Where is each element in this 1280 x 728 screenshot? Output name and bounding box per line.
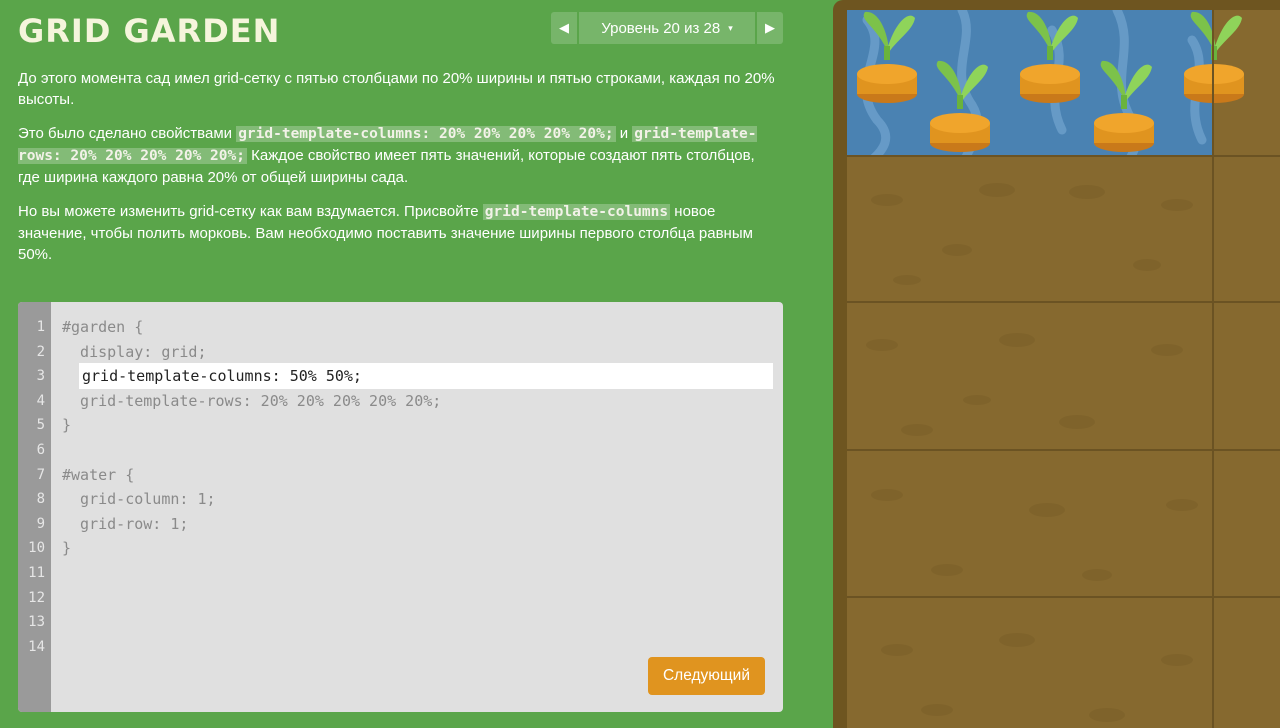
paragraph-2: Это было сделано свойствами grid-templat…: [18, 123, 778, 188]
code-after: grid-template-rows: 20% 20% 20% 20% 20%;…: [62, 391, 442, 558]
paragraph-1: До этого момента сад имел grid-сетку с п…: [18, 70, 775, 108]
level-description: До этого момента сад имел grid-сетку с п…: [18, 68, 778, 278]
code-snippet: grid-template-columns: 20% 20% 20% 20% 2…: [236, 126, 616, 142]
level-label: Уровень 20 из 28: [601, 19, 721, 37]
carrot: [930, 60, 990, 152]
triangle-left-icon: ◀: [559, 20, 569, 35]
line-numbers: 1 2 3 4 5 6 7 8 9 10 11 12 13 14: [28, 319, 45, 655]
grid-line: [847, 155, 1280, 157]
carrot: [1020, 11, 1080, 103]
text: Это было сделано свойствами: [18, 125, 237, 142]
code-before: #garden { display: grid;: [62, 318, 207, 361]
grid-line: [847, 596, 1280, 598]
paragraph-3: Но вы можете изменить grid-сетку как вам…: [18, 201, 778, 265]
garden: [847, 10, 1280, 728]
caret-down-icon: ▾: [728, 22, 733, 33]
triangle-right-icon: ▶: [765, 20, 775, 35]
grid-line: [1212, 10, 1214, 728]
grid-line: [847, 449, 1280, 451]
next-button[interactable]: Следующий: [648, 657, 765, 695]
level-navigator: ◀ Уровень 20 из 28 ▾ ▶: [551, 12, 783, 44]
carrot: [857, 11, 917, 103]
instructions-panel: GRID GARDEN ◀ Уровень 20 из 28 ▾ ▶ До эт…: [0, 0, 800, 728]
css-answer-input[interactable]: [79, 363, 773, 389]
logo: GRID GARDEN: [18, 12, 281, 50]
prev-level-button[interactable]: ◀: [551, 12, 577, 44]
carrot: [1184, 11, 1244, 103]
grid-line: [847, 301, 1280, 303]
text: Но вы можете изменить grid-сетку как вам…: [18, 203, 483, 220]
text: и: [615, 125, 633, 142]
line-number-gutter: 1 2 3 4 5 6 7 8 9 10 11 12 13 14: [18, 302, 51, 712]
carrots: [857, 11, 1244, 152]
next-level-button[interactable]: ▶: [757, 12, 783, 44]
carrot: [1094, 60, 1154, 152]
code-text: #garden { display: grid; grid-template-r…: [62, 315, 441, 561]
code-editor: 1 2 3 4 5 6 7 8 9 10 11 12 13 14 #garden…: [18, 302, 783, 712]
level-indicator[interactable]: Уровень 20 из 28 ▾: [579, 12, 755, 44]
code-snippet: grid-template-columns: [482, 204, 671, 220]
